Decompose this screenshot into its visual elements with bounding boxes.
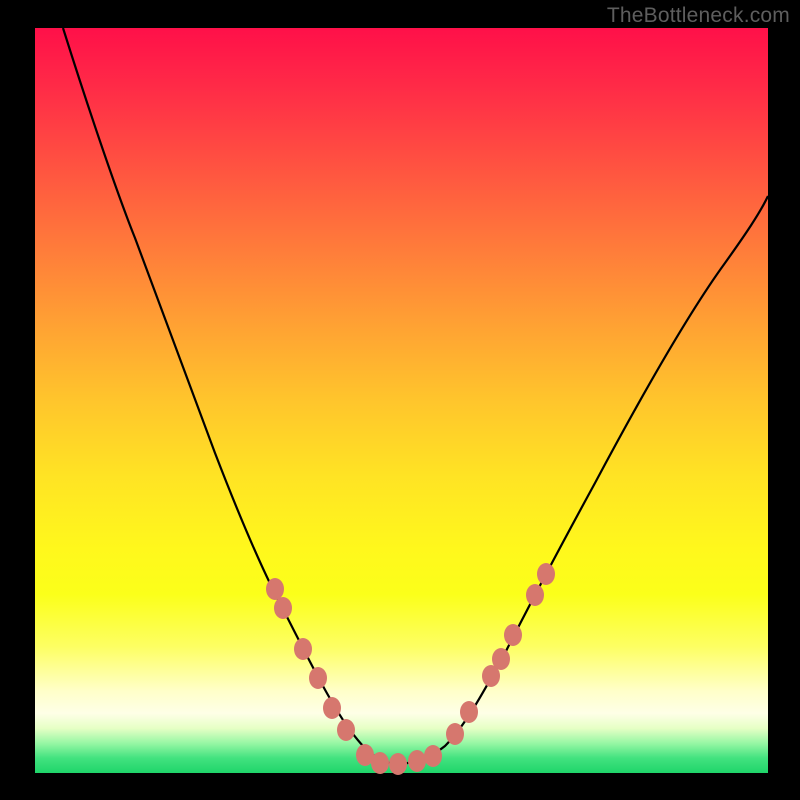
curve-marker (504, 624, 522, 646)
curve-marker (537, 563, 555, 585)
curve-marker (371, 752, 389, 774)
curve-marker (294, 638, 312, 660)
curve-marker (526, 584, 544, 606)
curve-marker (460, 701, 478, 723)
curve-marker (337, 719, 355, 741)
curve-marker (266, 578, 284, 600)
curve-marker (389, 753, 407, 775)
watermark-text: TheBottleneck.com (607, 4, 790, 28)
curve-marker (408, 750, 426, 772)
curve-marker (309, 667, 327, 689)
curve-marker (446, 723, 464, 745)
marker-group (266, 563, 555, 775)
curve-marker (492, 648, 510, 670)
curve-marker (274, 597, 292, 619)
curve-marker (424, 745, 442, 767)
curve-layer (35, 28, 768, 773)
curve-marker (323, 697, 341, 719)
chart-stage: TheBottleneck.com (0, 0, 800, 800)
bottleneck-curve (63, 28, 768, 764)
